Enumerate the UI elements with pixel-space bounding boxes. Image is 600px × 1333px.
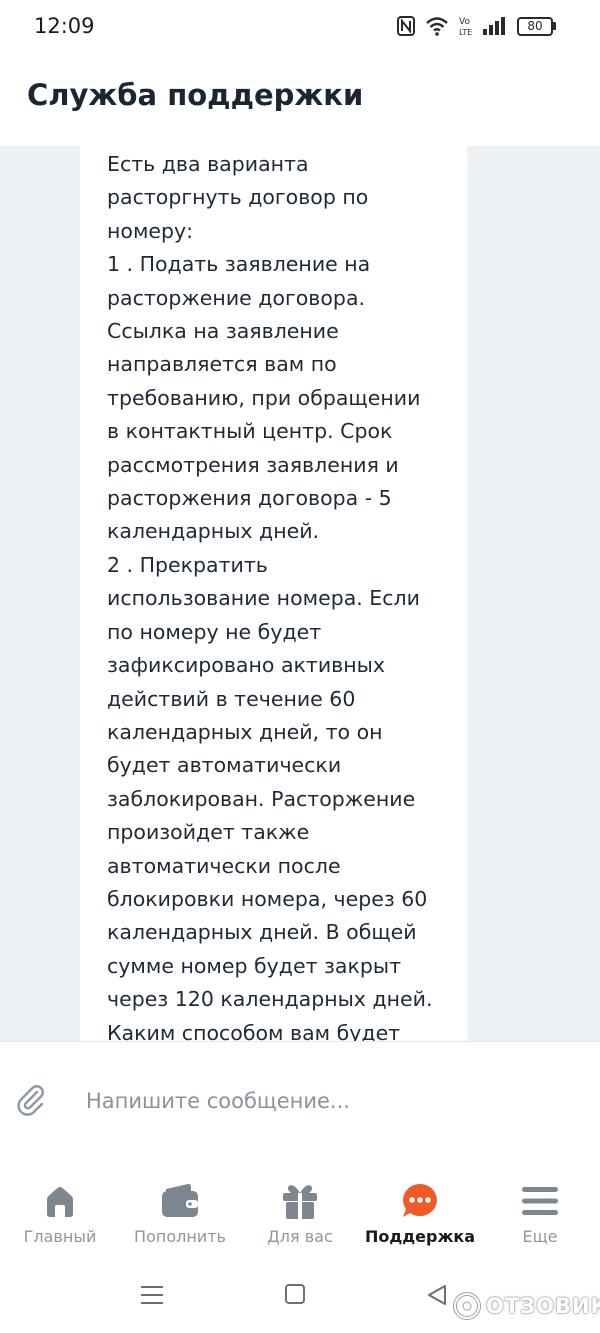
message-bubble: Есть два варианта расторгнуть договор по н…: [80, 146, 467, 1041]
nav-item-for-you[interactable]: Для вас: [240, 1161, 360, 1261]
wifi-icon: [425, 16, 449, 36]
watermark-text: ОТЗОВИК: [486, 1294, 600, 1318]
app-header: Служба поддержки: [0, 52, 600, 146]
chat-area[interactable]: Есть два варианта расторгнуть договор по н…: [0, 146, 600, 1041]
watermark: ОТЗОВИК: [452, 1289, 600, 1323]
svg-text:Vo: Vo: [459, 17, 470, 27]
message-line: зафиксировано активных: [107, 653, 385, 678]
back-triangle-icon: [428, 1285, 446, 1305]
home-icon: [47, 1187, 73, 1217]
home-system-button[interactable]: [284, 1283, 306, 1305]
message-line: расторжения договора - 5: [107, 486, 392, 511]
status-time: 12:09: [34, 14, 95, 38]
status-icons: Vo LTE 80: [397, 14, 556, 38]
message-line: Есть два варианта: [107, 152, 309, 176]
message-line: номеру:: [107, 218, 194, 243]
volte-icon: Vo LTE: [459, 15, 473, 37]
message-input[interactable]: [86, 1080, 566, 1122]
message-line: будет автоматически: [107, 753, 342, 778]
message-line: по номеру не будет: [107, 619, 322, 644]
nav-item-home[interactable]: Главный: [0, 1161, 120, 1261]
gift-icon: [283, 1185, 317, 1219]
message-line: Каким способом вам будет: [107, 1020, 401, 1041]
menu-icon: [522, 1187, 558, 1215]
square-home-icon: [285, 1284, 305, 1304]
message-text: Есть два варианта расторгнуть договор по н…: [107, 148, 457, 1041]
recent-apps-icon: [141, 1286, 163, 1304]
message-line: 2 . Прекратить: [107, 552, 268, 577]
message-line: в контактный центр. Срок: [107, 419, 393, 444]
watermark-logo-icon: [453, 1292, 481, 1320]
page-title: Служба поддержки: [27, 78, 364, 112]
signal-icon: [483, 17, 507, 35]
message-line: заблокирован. Расторжение: [107, 786, 416, 811]
message-line: произойдет также: [107, 820, 310, 845]
nav-label-more: Еще: [522, 1227, 558, 1246]
message-line: календарных дней.: [107, 519, 320, 544]
message-line: сумме номер будет закрыт: [107, 953, 402, 978]
attach-button[interactable]: [12, 1082, 48, 1118]
wallet-icon: [162, 1183, 198, 1217]
battery-icon: 80: [517, 16, 556, 36]
nav-item-more[interactable]: Еще: [480, 1161, 600, 1261]
message-composer: [0, 1041, 600, 1161]
bottom-nav: Главный Пополнить Для вас Поддержка Еще: [0, 1161, 600, 1261]
message-line: Ссылка на заявление: [107, 319, 339, 344]
svg-text:LTE: LTE: [459, 28, 472, 37]
message-line: рассмотрения заявления и: [107, 452, 399, 477]
back-system-button[interactable]: [426, 1283, 448, 1307]
message-line: 1 . Подать заявление на: [107, 252, 371, 277]
chat-bubble-icon: [403, 1184, 437, 1217]
message-line: через 120 календарных дней.: [107, 987, 433, 1012]
nav-label-topup: Пополнить: [134, 1227, 226, 1246]
message-line: автоматически после: [107, 853, 341, 878]
message-line: блокировки номера, через 60: [107, 886, 428, 911]
system-nav-bar: ОТЗОВИК: [0, 1261, 600, 1333]
recent-apps-button[interactable]: [140, 1283, 164, 1307]
message-line: календарных дней, то он: [107, 719, 383, 744]
battery-level: 80: [517, 16, 553, 36]
paperclip-icon: [17, 1085, 44, 1116]
message-line: использование номера. Если: [107, 586, 420, 611]
message-line: расторгнуть договор по: [107, 185, 369, 210]
message-line: календарных дней. В общей: [107, 920, 417, 945]
nav-item-topup[interactable]: Пополнить: [120, 1161, 240, 1261]
nfc-icon: [397, 16, 415, 36]
message-line: расторжение договора.: [107, 285, 366, 310]
nav-label-home: Главный: [23, 1227, 97, 1246]
status-bar: 12:09 Vo LTE 80: [0, 0, 600, 52]
nav-item-support[interactable]: Поддержка: [360, 1161, 480, 1261]
message-line: требованию, при обращении: [107, 385, 421, 410]
message-line: направляется вам по: [107, 352, 337, 377]
nav-label-support: Поддержка: [364, 1227, 476, 1246]
nav-label-for-you: Для вас: [267, 1227, 333, 1246]
message-line: действий в течение 60: [107, 686, 356, 711]
